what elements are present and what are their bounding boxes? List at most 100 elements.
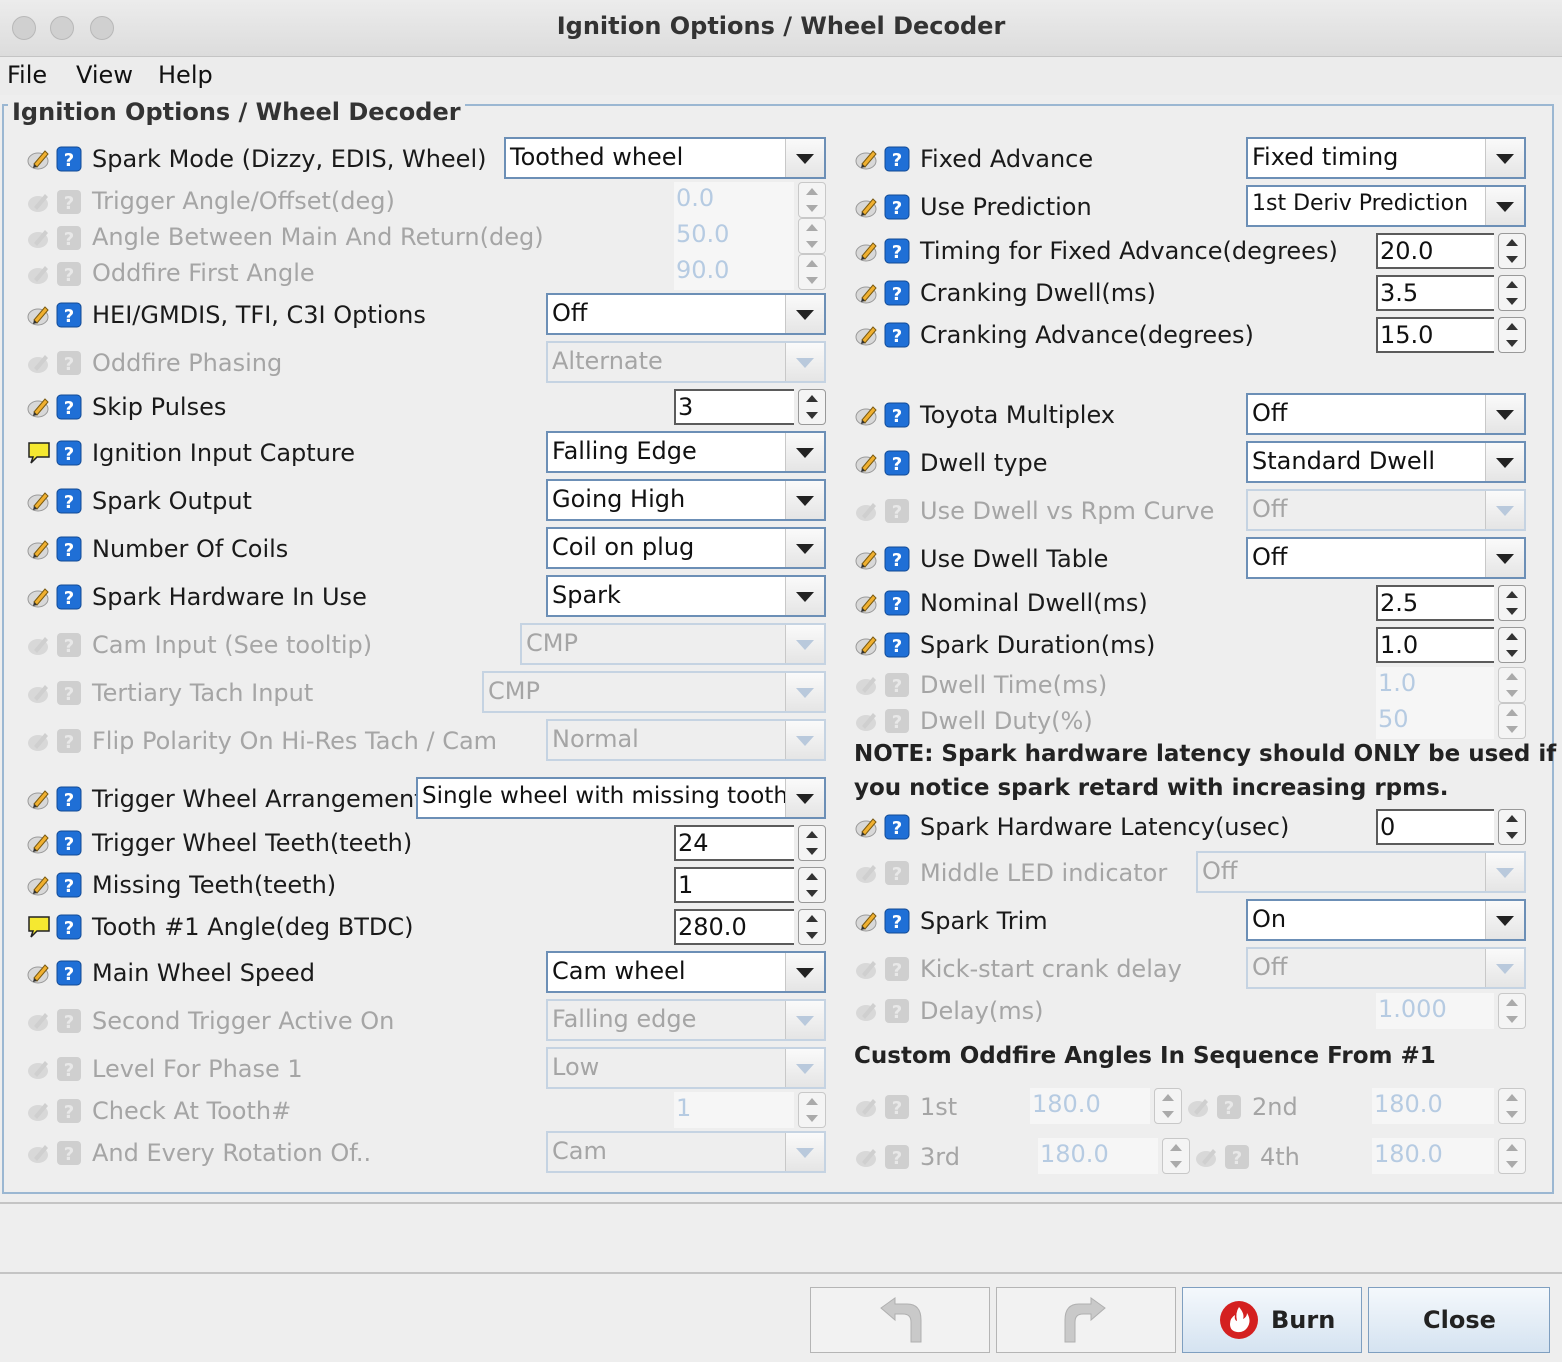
cranking-advance-spinner[interactable]: 15.0 (1376, 317, 1526, 353)
timing-fixed-spinner[interactable]: 20.0 (1376, 233, 1526, 269)
chevron-down-icon[interactable] (785, 577, 824, 615)
edit-pencil-icon[interactable] (854, 194, 880, 220)
help-icon[interactable] (56, 394, 82, 420)
undo-button[interactable] (810, 1287, 990, 1353)
help-icon[interactable] (56, 302, 82, 328)
close-label: Close (1423, 1306, 1496, 1334)
edit-pencil-icon[interactable] (26, 536, 52, 562)
spark-mode-select[interactable]: Toothed wheel (504, 137, 826, 179)
num-coils-select[interactable]: Coil on plug (546, 527, 826, 569)
chevron-down-icon[interactable] (785, 295, 824, 333)
chevron-down-icon[interactable] (785, 433, 824, 471)
chevron-down-icon[interactable] (785, 779, 824, 817)
help-icon[interactable] (56, 786, 82, 812)
dwell-table-select[interactable]: Off (1246, 537, 1526, 579)
edit-pencil-icon[interactable] (26, 960, 52, 986)
edit-pencil-icon[interactable] (854, 814, 880, 840)
chevron-down-icon[interactable] (785, 481, 824, 519)
spark-trim-select[interactable]: On (1246, 899, 1526, 941)
chevron-down-icon[interactable] (1485, 395, 1524, 433)
trigger-teeth-spinner[interactable]: 24 (674, 825, 826, 861)
odd3-spinner: 180.0 (1038, 1138, 1190, 1174)
help-icon[interactable] (884, 238, 910, 264)
help-icon[interactable] (884, 814, 910, 840)
edit-pencil-icon[interactable] (854, 908, 880, 934)
spark-output-select[interactable]: Going High (546, 479, 826, 521)
flame-icon (1220, 1301, 1258, 1339)
edit-pencil-icon[interactable] (26, 394, 52, 420)
edit-pencil-icon[interactable] (854, 402, 880, 428)
help-icon[interactable] (56, 146, 82, 172)
help-icon[interactable] (56, 914, 82, 940)
spark-hw-select[interactable]: Spark (546, 575, 826, 617)
edit-pencil-icon[interactable] (854, 632, 880, 658)
edit-pencil-icon[interactable] (26, 488, 52, 514)
help-icon[interactable] (884, 908, 910, 934)
chevron-down-icon[interactable] (1485, 187, 1524, 225)
edit-pencil-icon[interactable] (26, 786, 52, 812)
nominal-dwell-spinner[interactable]: 2.5 (1376, 585, 1526, 621)
help-icon[interactable] (56, 872, 82, 898)
help-icon[interactable] (884, 402, 910, 428)
help-icon[interactable] (884, 450, 910, 476)
menu-file[interactable]: File (7, 61, 47, 89)
dwell-type-select[interactable]: Standard Dwell (1246, 441, 1526, 483)
help-icon[interactable] (56, 536, 82, 562)
chevron-down-icon[interactable] (1485, 443, 1524, 481)
nominal-dwell-label: Nominal Dwell(ms) (920, 589, 1148, 617)
toyota-multiplex-select[interactable]: Off (1246, 393, 1526, 435)
cranking-dwell-spinner[interactable]: 3.5 (1376, 275, 1526, 311)
comment-bubble-icon[interactable] (26, 914, 52, 940)
edit-pencil-icon[interactable] (26, 302, 52, 328)
edit-pencil-icon[interactable] (854, 238, 880, 264)
main-wheel-speed-select[interactable]: Cam wheel (546, 951, 826, 993)
spark-duration-spinner[interactable]: 1.0 (1376, 627, 1526, 663)
burn-button[interactable]: Burn (1182, 1287, 1362, 1353)
edit-pencil-icon[interactable] (854, 590, 880, 616)
trigger-arrangement-select[interactable]: Single wheel with missing tooth (416, 777, 826, 819)
help-icon[interactable] (884, 194, 910, 220)
help-icon[interactable] (884, 632, 910, 658)
hw-latency-spinner[interactable]: 0 (1376, 809, 1526, 845)
edit-pencil-icon[interactable] (854, 546, 880, 572)
edit-pencil-icon (26, 1056, 52, 1082)
skip-pulses-spinner[interactable]: 3 (674, 389, 826, 425)
close-button[interactable]: Close (1368, 1287, 1550, 1353)
hei-options-select[interactable]: Off (546, 293, 826, 335)
menu-view[interactable]: View (76, 61, 133, 89)
edit-pencil-icon[interactable] (854, 322, 880, 348)
help-icon[interactable] (56, 440, 82, 466)
edit-pencil-icon[interactable] (26, 872, 52, 898)
help-icon[interactable] (884, 546, 910, 572)
comment-bubble-icon[interactable] (26, 440, 52, 466)
tooth1-angle-spinner[interactable]: 280.0 (674, 909, 826, 945)
chevron-down-icon[interactable] (1485, 901, 1524, 939)
help-icon[interactable] (56, 584, 82, 610)
undo-icon (880, 1297, 922, 1343)
redo-icon (1064, 1297, 1106, 1343)
edit-pencil-icon[interactable] (854, 450, 880, 476)
help-icon[interactable] (56, 830, 82, 856)
edit-pencil-icon[interactable] (854, 146, 880, 172)
help-icon[interactable] (884, 322, 910, 348)
help-icon[interactable] (884, 146, 910, 172)
menu-help[interactable]: Help (158, 61, 213, 89)
chevron-down-icon[interactable] (785, 529, 824, 567)
chevron-down-icon[interactable] (785, 953, 824, 991)
ign-input-capture-select[interactable]: Falling Edge (546, 431, 826, 473)
use-prediction-select[interactable]: 1st Deriv Prediction (1246, 185, 1526, 227)
edit-pencil-icon[interactable] (26, 146, 52, 172)
edit-pencil-icon[interactable] (26, 584, 52, 610)
redo-button[interactable] (996, 1287, 1176, 1353)
help-icon[interactable] (56, 488, 82, 514)
chevron-down-icon[interactable] (785, 139, 824, 177)
chevron-down-icon[interactable] (1485, 139, 1524, 177)
edit-pencil-icon[interactable] (26, 830, 52, 856)
help-icon[interactable] (884, 590, 910, 616)
edit-pencil-icon[interactable] (854, 280, 880, 306)
help-icon[interactable] (884, 280, 910, 306)
chevron-down-icon[interactable] (1485, 539, 1524, 577)
missing-teeth-spinner[interactable]: 1 (674, 867, 826, 903)
help-icon[interactable] (56, 960, 82, 986)
fixed-advance-select[interactable]: Fixed timing (1246, 137, 1526, 179)
